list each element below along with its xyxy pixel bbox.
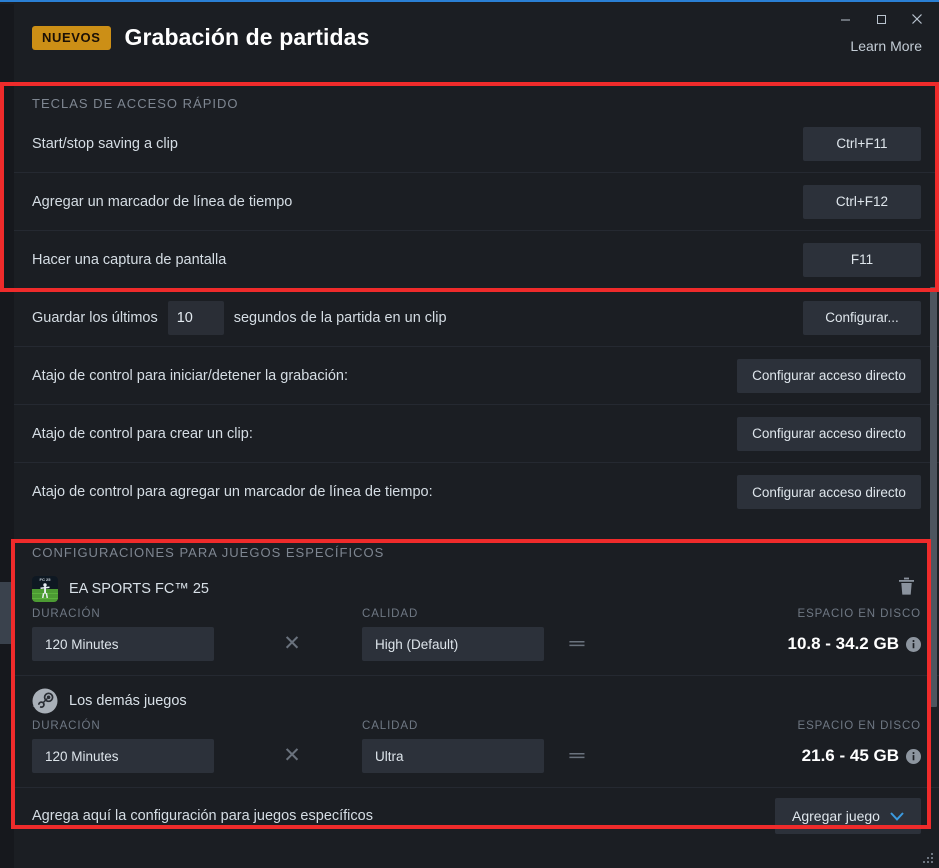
scrollbar-thumb[interactable]: [930, 287, 937, 707]
multiply-icon: ✕: [283, 744, 301, 767]
close-icon[interactable]: [899, 4, 935, 34]
delete-game-icon[interactable]: [895, 576, 917, 600]
games-section-heading: CONFIGURACIONES PARA JUEGOS ESPECÍFICOS: [32, 545, 385, 560]
duration-select[interactable]: 120 Minutes: [32, 739, 214, 773]
game-title-row: FC 25 EA SPORTS FC™ 25: [32, 574, 921, 604]
game-settings-grid: DURACIÓN CALIDAD ESPACIO EN DISCO 120 Mi…: [32, 608, 921, 661]
ea-sports-fc-icon: FC 25: [32, 576, 58, 602]
svg-text:FC 25: FC 25: [40, 577, 52, 582]
hotkey-label: Start/stop saving a clip: [32, 135, 178, 152]
game-name: EA SPORTS FC™ 25: [69, 581, 209, 597]
add-game-button-label: Agregar juego: [792, 808, 880, 824]
hotkey-row-screenshot: Hacer una captura de pantalla F11: [14, 231, 939, 289]
hotkey-button-timeline-marker[interactable]: Ctrl+F12: [803, 184, 921, 219]
shortcut-label: Atajo de control para agregar un marcado…: [32, 484, 433, 500]
settings-content: TECLAS DE ACCESO RÁPIDO Start/stop savin…: [14, 80, 939, 868]
duration-column-header: DURACIÓN: [32, 720, 101, 732]
clip-duration-prefix: Guardar los últimos: [32, 309, 158, 326]
add-game-hint: Agrega aquí la configuración para juegos…: [32, 808, 373, 824]
configure-button[interactable]: Configurar...: [803, 300, 921, 335]
chevron-down-icon: [890, 811, 904, 821]
vertical-scrollbar[interactable]: [929, 82, 938, 868]
game-config-block: FC 25 EA SPORTS FC™ 25 DURACIÓN CALIDAD …: [14, 564, 939, 676]
disk-column-header: ESPACIO EN DISCO: [797, 720, 921, 732]
shortcut-row-timeline-marker: Atajo de control para agregar un marcado…: [14, 463, 939, 521]
hotkey-row-timeline-marker: Agregar un marcador de línea de tiempo C…: [14, 173, 939, 231]
disk-column-header: ESPACIO EN DISCO: [797, 608, 921, 620]
quality-column-header: CALIDAD: [362, 608, 419, 620]
configure-shortcut-button-timeline-marker[interactable]: Configurar acceso directo: [737, 475, 921, 509]
titlebar: NUEVOS Grabación de partidas Learn More: [14, 4, 939, 80]
game-config-block: Los demás juegos DURACIÓN CALIDAD ESPACI…: [14, 676, 939, 788]
disk-space-value-wrap: 21.6 - 45 GB: [642, 739, 921, 773]
learn-more-link[interactable]: Learn More: [850, 38, 922, 54]
maximize-icon[interactable]: [863, 4, 899, 34]
add-game-row: Agrega aquí la configuración para juegos…: [14, 788, 939, 844]
game-settings-grid: DURACIÓN CALIDAD ESPACIO EN DISCO 120 Mi…: [32, 720, 921, 773]
game-title-row: Los demás juegos: [32, 686, 921, 716]
info-icon[interactable]: [906, 636, 921, 652]
hotkey-row-save-clip: Start/stop saving a clip Ctrl+F11: [14, 115, 939, 173]
equals-icon: ═: [569, 744, 585, 767]
shortcut-label: Atajo de control para crear un clip:: [32, 425, 253, 442]
game-recording-settings-window: NUEVOS Grabación de partidas Learn More …: [0, 0, 939, 868]
configure-shortcut-button-start-stop[interactable]: Configurar acceso directo: [737, 358, 921, 393]
minimize-icon[interactable]: [827, 4, 863, 34]
left-gutter: [0, 4, 14, 868]
hotkey-label: Agregar un marcador de línea de tiempo: [32, 193, 293, 210]
resize-grip[interactable]: [923, 853, 935, 865]
left-gutter-marker: [0, 582, 14, 644]
clip-duration-suffix: segundos de la partida en un clip: [233, 309, 447, 326]
new-badge: NUEVOS: [32, 25, 111, 50]
steam-icon: [32, 688, 58, 714]
shortcut-row-start-stop: Atajo de control para iniciar/detener la…: [14, 347, 939, 405]
hotkey-button-screenshot[interactable]: F11: [803, 242, 921, 277]
disk-space-value: 21.6 - 45 GB: [801, 746, 899, 765]
equals-icon: ═: [569, 632, 585, 655]
shortcut-row-create-clip: Atajo de control para crear un clip: Con…: [14, 405, 939, 463]
info-icon[interactable]: [906, 748, 921, 764]
add-game-button[interactable]: Agregar juego: [775, 798, 921, 834]
duration-select[interactable]: 120 Minutes: [32, 627, 214, 661]
shortcut-label: Atajo de control para iniciar/detener la…: [32, 367, 348, 384]
window-controls: [827, 4, 935, 34]
hotkey-label: Hacer una captura de pantalla: [32, 251, 227, 268]
multiply-icon: ✕: [283, 632, 301, 655]
game-name: Los demás juegos: [69, 693, 187, 709]
disk-space-value-wrap: 10.8 - 34.2 GB: [642, 627, 921, 661]
clip-seconds-input[interactable]: [167, 300, 224, 335]
duration-column-header: DURACIÓN: [32, 608, 101, 620]
page-title-row: NUEVOS Grabación de partidas: [32, 24, 369, 51]
configure-shortcut-button-create-clip[interactable]: Configurar acceso directo: [737, 416, 921, 451]
disk-space-value: 10.8 - 34.2 GB: [787, 634, 899, 653]
quality-column-header: CALIDAD: [362, 720, 419, 732]
hotkeys-section-heading: TECLAS DE ACCESO RÁPIDO: [32, 96, 239, 111]
page-title: Grabación de partidas: [124, 24, 370, 50]
clip-duration-row: Guardar los últimos segundos de la parti…: [14, 289, 939, 347]
hotkey-button-save-clip[interactable]: Ctrl+F11: [803, 126, 921, 161]
